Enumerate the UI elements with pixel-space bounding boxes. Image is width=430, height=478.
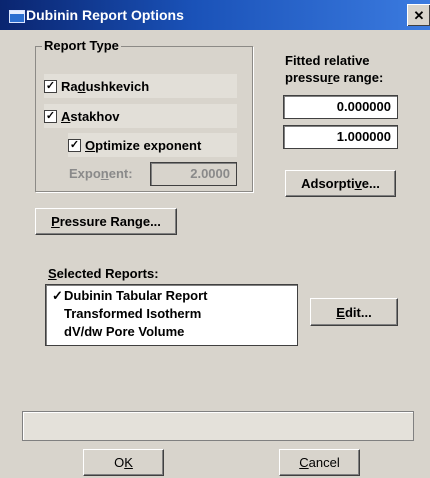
pressure-range-button[interactable]: Pressure Range... <box>35 208 177 235</box>
radushkevich-label: Radushkevich <box>61 78 150 94</box>
radushkevich-checkbox[interactable]: ✓ Radushkevich <box>44 74 237 98</box>
exponent-field[interactable]: 2.0000 <box>150 162 237 186</box>
pressure-to-field[interactable]: 1.000000 <box>283 125 398 149</box>
astakhov-checkbox[interactable]: ✓ Astakhov <box>44 104 237 128</box>
optimize-checkmark-icon: ✓ <box>68 138 81 152</box>
optimize-exponent-label: Optimize exponent <box>85 137 202 153</box>
close-button[interactable]: ✕ <box>407 4 430 26</box>
radushkevich-checkmark-icon: ✓ <box>44 79 57 93</box>
exponent-label: Exponent: <box>69 166 133 181</box>
status-bar <box>22 411 414 441</box>
title-bar[interactable]: Dubinin Report Options ✕ <box>0 0 430 30</box>
optimize-exponent-checkbox[interactable]: ✓ Optimize exponent <box>68 133 237 157</box>
astakhov-checkmark-icon: ✓ <box>44 109 57 123</box>
selected-reports-list[interactable]: ✓Dubinin Tabular Report Transformed Isot… <box>45 284 298 346</box>
list-item[interactable]: Transformed Isotherm <box>52 306 201 321</box>
fitted-pressure-label-line1: Fitted relative <box>285 53 370 68</box>
astakhov-label: Astakhov <box>61 108 120 124</box>
fitted-pressure-label-line2: pressure range: <box>285 70 384 85</box>
cancel-button[interactable]: Cancel <box>279 449 360 476</box>
dialog-window: Dubinin Report Options ✕ Report Type ✓ R… <box>0 0 430 478</box>
window-title: Dubinin Report Options <box>26 7 184 23</box>
app-window-icon <box>9 10 25 23</box>
checkmark-icon: ✓ <box>52 288 63 303</box>
close-icon: ✕ <box>413 8 425 23</box>
pressure-from-field[interactable]: 0.000000 <box>283 95 398 119</box>
report-type-legend: Report Type <box>42 38 121 53</box>
list-item[interactable]: dV/dw Pore Volume <box>52 324 184 339</box>
list-item[interactable]: ✓Dubinin Tabular Report <box>52 288 207 304</box>
edit-button[interactable]: Edit... <box>310 298 398 326</box>
selected-reports-label: Selected Reports: <box>48 266 159 281</box>
adsorptive-button[interactable]: Adsorpti v e... <box>285 170 396 197</box>
ok-button[interactable]: OK <box>83 449 164 476</box>
